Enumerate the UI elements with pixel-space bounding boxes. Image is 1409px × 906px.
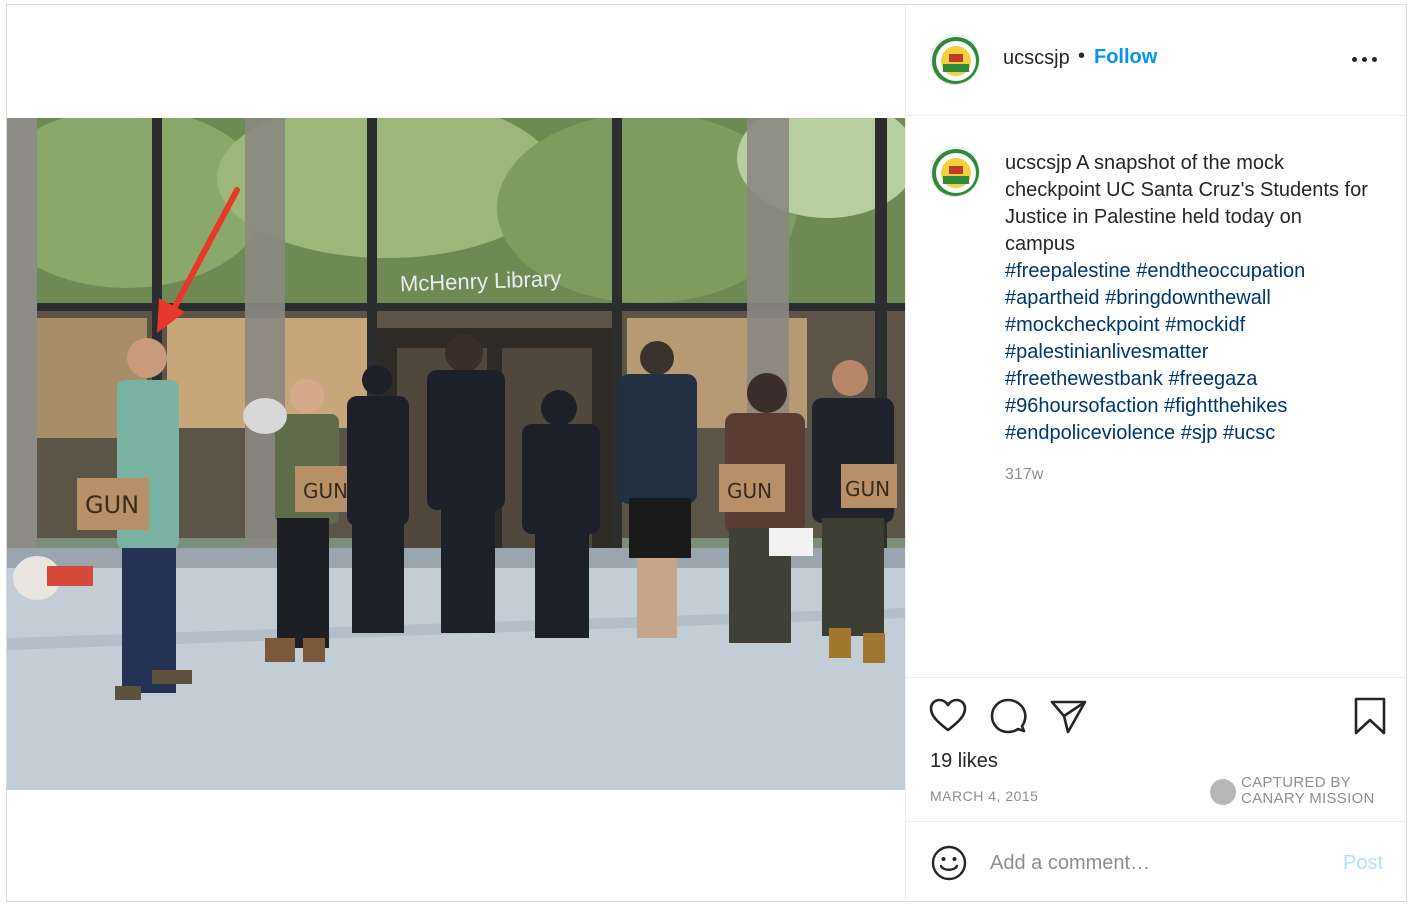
post-photo[interactable]: McHenry Library GUN GUN GUN GUN	[7, 118, 905, 790]
hashtag-link[interactable]: #endtheoccupation	[1136, 260, 1305, 282]
post-sidebar: ucscsjp • Follow ucscsjp A snapshot of t…	[905, 5, 1408, 901]
hashtag-link[interactable]: #ucsc	[1223, 422, 1275, 444]
hashtag-link[interactable]: #mockidf	[1165, 314, 1245, 336]
avatar[interactable]	[930, 147, 980, 197]
hashtag-link[interactable]: #mockcheckpoint	[1005, 314, 1160, 336]
bookmark-icon[interactable]	[1350, 696, 1390, 736]
watermark-line-2: CANARY MISSION	[1241, 790, 1375, 807]
like-count[interactable]: 19 likes	[930, 750, 998, 773]
svg-text:GUN: GUN	[727, 479, 772, 503]
comment-input[interactable]	[990, 848, 1320, 878]
hashtag-link[interactable]: #palestinianlivesmatter	[1005, 341, 1208, 363]
hashtag-list: #freepalestine #endtheoccupation #aparth…	[1005, 258, 1385, 447]
hashtag-link[interactable]: #endpoliceviolence	[1005, 422, 1175, 444]
follow-button[interactable]: Follow	[1094, 46, 1157, 69]
hashtag-link[interactable]: #96hoursofaction	[1005, 395, 1158, 417]
hashtag-link[interactable]: #apartheid	[1005, 287, 1100, 309]
hashtag-link[interactable]: #fightthehikes	[1164, 395, 1287, 417]
gun-sign-label: GUN	[85, 491, 139, 519]
post-date: MARCH 4, 2015	[930, 788, 1039, 804]
watermark-text: CAPTURED BY CANARY MISSION	[1241, 775, 1375, 807]
watermark-line-1: CAPTURED BY	[1241, 774, 1351, 791]
caption-username[interactable]: ucscsjp	[1005, 152, 1072, 174]
hashtag-link[interactable]: #freethewestbank	[1005, 368, 1163, 390]
comment-bar: Post	[906, 821, 1408, 901]
hashtag-link[interactable]: #bringdownthewall	[1105, 287, 1271, 309]
post-username[interactable]: ucscsjp	[1003, 47, 1070, 70]
post-header: ucscsjp • Follow	[906, 5, 1408, 116]
avatar[interactable]	[930, 35, 980, 85]
emoji-icon[interactable]	[930, 844, 968, 882]
more-horizontal-icon[interactable]	[1350, 45, 1380, 73]
hashtag-link[interactable]: #freegaza	[1168, 368, 1257, 390]
comment-icon[interactable]	[988, 696, 1028, 736]
hashtag-link[interactable]: #freepalestine	[1005, 260, 1131, 282]
hashtag-link[interactable]: #sjp	[1181, 422, 1218, 444]
action-bar: 19 likes MARCH 4, 2015 CAPTURED BY CANAR…	[906, 677, 1408, 821]
share-icon[interactable]	[1048, 696, 1088, 736]
instagram-post: McHenry Library GUN GUN GUN GUN ucscsjp …	[6, 4, 1408, 902]
separator-dot: •	[1078, 45, 1086, 67]
canary-mission-logo-icon	[1210, 779, 1236, 805]
heart-icon[interactable]	[928, 696, 968, 736]
post-media: McHenry Library GUN GUN GUN GUN	[7, 5, 905, 901]
svg-text:GUN: GUN	[303, 479, 348, 503]
caption-section: ucscsjp A snapshot of the mock checkpoin…	[906, 117, 1408, 677]
caption-text: ucscsjp A snapshot of the mock checkpoin…	[1005, 150, 1375, 258]
post-comment-button[interactable]: Post	[1343, 852, 1383, 875]
svg-text:GUN: GUN	[845, 477, 890, 501]
comment-age: 317w	[1005, 466, 1044, 483]
